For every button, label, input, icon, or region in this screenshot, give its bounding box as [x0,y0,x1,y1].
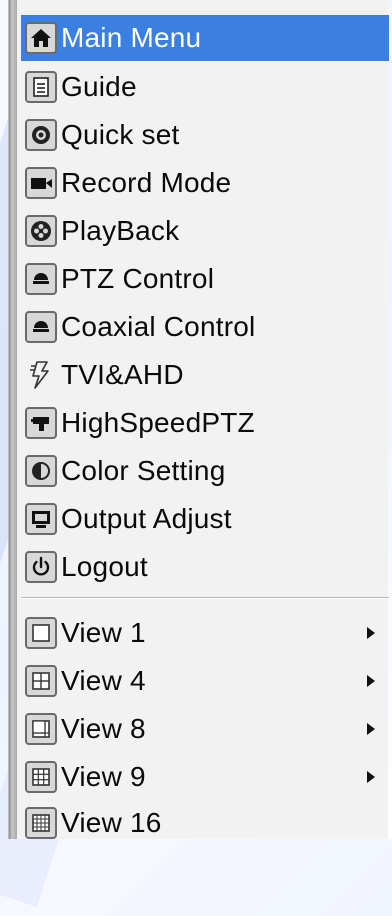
playback-icon [25,215,57,247]
menu-item-main-menu[interactable]: Main Menu [21,15,389,61]
submenu-arrow-icon [367,771,375,783]
ptz-camera-icon [25,407,57,439]
menu-item-label: Output Adjust [61,503,232,534]
dome-camera-icon [25,263,57,295]
menu-item-ptz-control[interactable]: PTZ Control [21,256,389,302]
menu-item-label: View 16 [61,807,162,838]
menu-item-label: View 1 [61,617,146,648]
menu-item-label: TVI&AHD [61,359,184,390]
layout-9-icon [25,761,57,793]
menu-item-label: Quick set [61,119,180,150]
menu-item-color-setting[interactable]: Color Setting [21,448,389,494]
context-menu: Main Menu Guide Quick set Record Mode Pl… [8,0,389,839]
menu-item-label: Guide [61,71,137,102]
power-icon [25,551,57,583]
menu-item-logout[interactable]: Logout [21,544,389,590]
menu-item-label: View 9 [61,761,146,792]
menu-item-label: View 8 [61,713,146,744]
contrast-icon [25,455,57,487]
layout-8-icon [25,713,57,745]
menu-item-label: Color Setting [61,455,226,486]
lightning-icon [25,359,57,391]
menu-item-label: PlayBack [61,215,180,246]
layout-16-icon [25,807,57,839]
menu-item-label: HighSpeedPTZ [61,407,255,438]
menu-item-label: View 4 [61,665,146,696]
submenu-arrow-icon [367,675,375,687]
menu-item-view-8[interactable]: View 8 [21,706,389,752]
document-icon [25,71,57,103]
menu-item-view-16[interactable]: View 16 [21,800,389,846]
dome-camera-icon [25,311,57,343]
layout-4-icon [25,665,57,697]
submenu-arrow-icon [367,723,375,735]
menu-item-view-1[interactable]: View 1 [21,610,389,656]
menu-item-view-9[interactable]: View 9 [21,754,389,800]
menu-item-playback[interactable]: PlayBack [21,208,389,254]
menu-item-label: Record Mode [61,167,232,198]
home-icon [25,22,57,54]
menu-item-highspeed-ptz[interactable]: HighSpeedPTZ [21,400,389,446]
menu-item-record-mode[interactable]: Record Mode [21,160,389,206]
quick-set-icon [25,119,57,151]
menu-item-label: Logout [61,551,148,582]
menu-item-quick-set[interactable]: Quick set [21,112,389,158]
menu-item-guide[interactable]: Guide [21,64,389,110]
menu-item-tvi-ahd[interactable]: TVI&AHD [21,352,389,398]
submenu-arrow-icon [367,627,375,639]
layout-1-icon [25,617,57,649]
menu-separator [21,597,389,599]
menu-edge-rail [9,0,17,839]
menu-item-view-4[interactable]: View 4 [21,658,389,704]
camera-icon [25,167,57,199]
menu-item-label: Coaxial Control [61,311,256,342]
menu-item-label: Main Menu [61,22,202,53]
monitor-icon [25,503,57,535]
menu-item-coaxial-control[interactable]: Coaxial Control [21,304,389,350]
menu-item-output-adjust[interactable]: Output Adjust [21,496,389,542]
menu-item-label: PTZ Control [61,263,215,294]
